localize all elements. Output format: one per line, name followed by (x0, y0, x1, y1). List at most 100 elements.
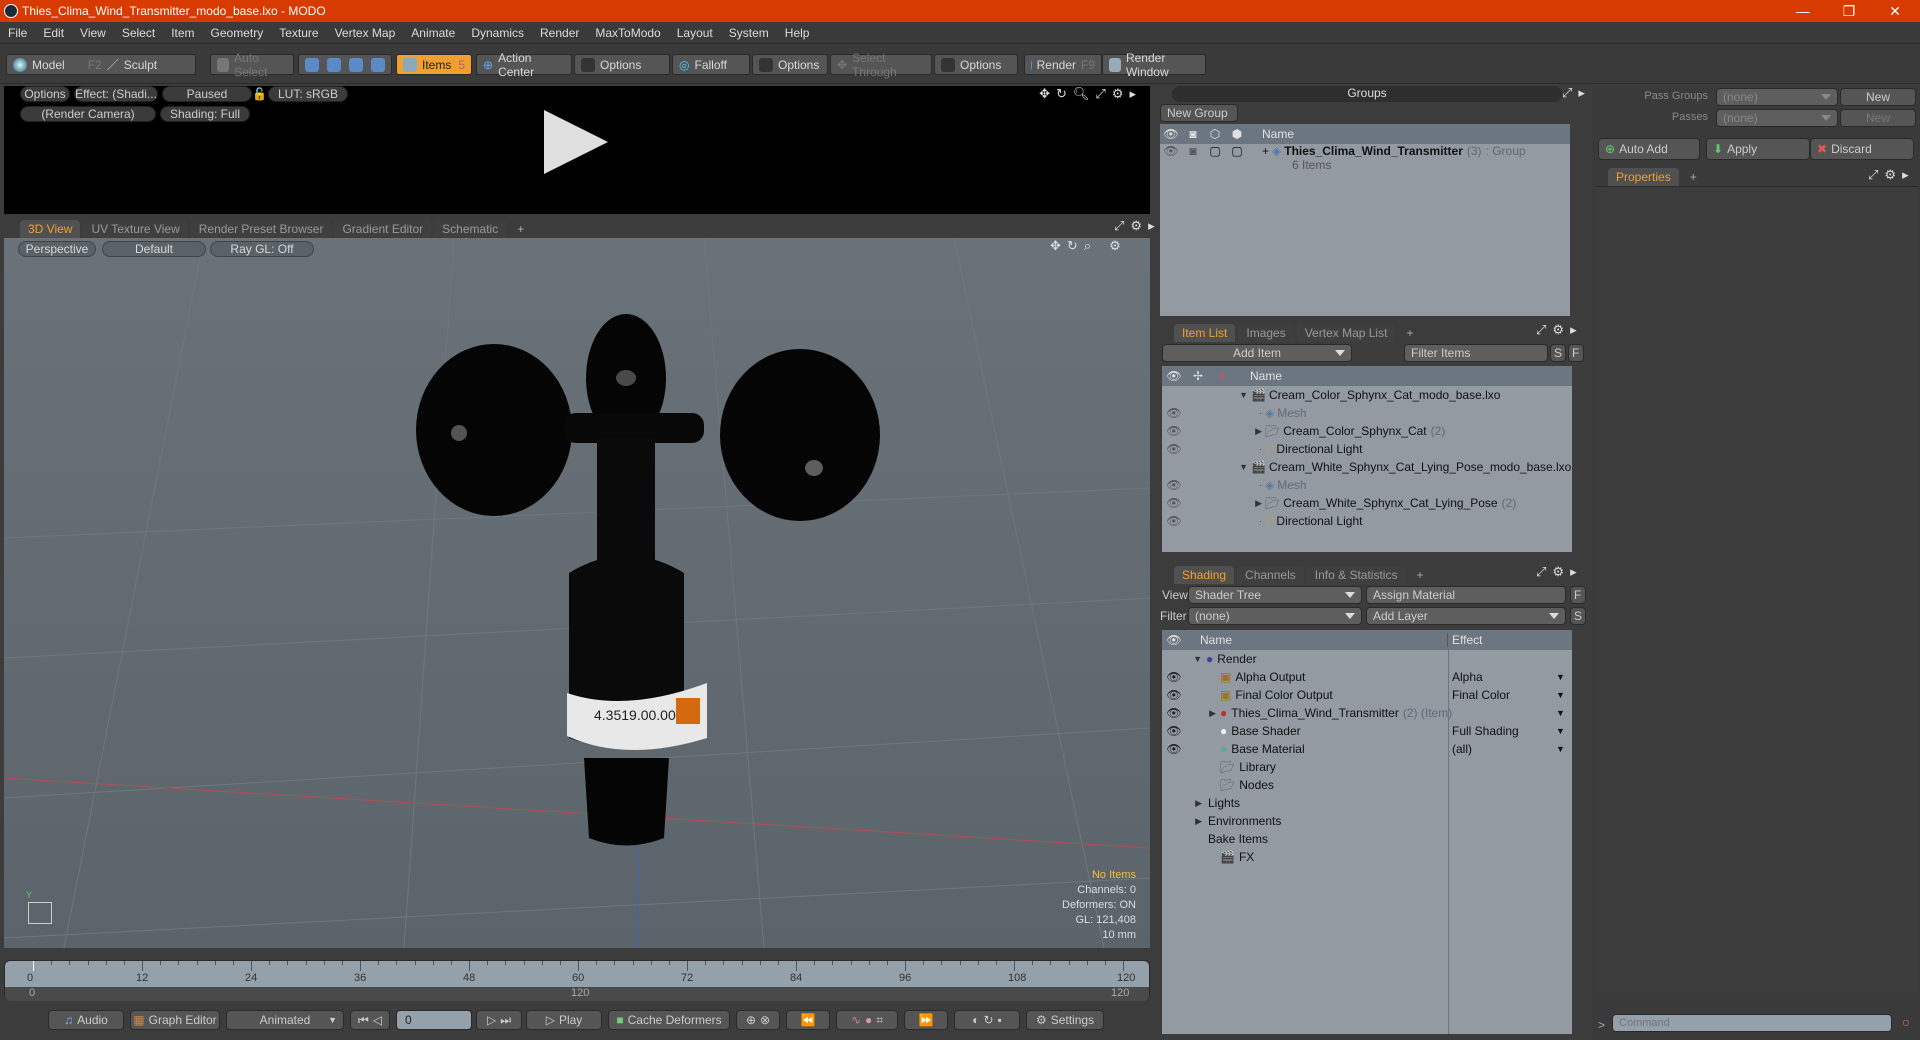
lock-toggle-icon[interactable]: ▢ (1204, 144, 1226, 158)
visibility-toggle-icon[interactable]: 👁︎ (1162, 670, 1186, 684)
gear-icon[interactable]: ⚙ (1109, 238, 1121, 254)
render-camera-button[interactable]: (Render Camera) (20, 106, 156, 122)
menu-maxtomodo[interactable]: MaxToModo (587, 26, 668, 40)
curve-key-icon[interactable]: ∿ (851, 1013, 861, 1027)
arrow-right-icon[interactable]: ▸ (1578, 85, 1585, 101)
lut-button[interactable]: LUT: sRGB (268, 86, 348, 102)
polygons-mode-icon[interactable] (349, 57, 363, 72)
tab-schematic[interactable]: Schematic (434, 220, 507, 238)
auto-select-button[interactable]: Auto Select (210, 51, 294, 79)
group-row[interactable]: 👁︎ ◙ ▢ ▢ + ◈ Thies_Clima_Wind_Transmitte… (1160, 144, 1570, 174)
render-toggle-icon[interactable]: ◙ (1182, 144, 1204, 158)
expand-arrow-icon[interactable]: ▼ (1234, 390, 1248, 400)
add-layer-dropdown[interactable]: Add Layer (1366, 607, 1566, 625)
expand-arrow-icon[interactable]: ▶ (1186, 708, 1216, 719)
item-list-row[interactable]: 👁︎ · 💡︎ Directional Light (1162, 440, 1572, 458)
animated-dropdown[interactable]: Animated ▼ (226, 1010, 344, 1030)
arrow-right-icon[interactable]: ▸ (1902, 167, 1909, 183)
menu-edit[interactable]: Edit (35, 26, 72, 40)
record-group[interactable]: ∿ ● ⌗ (836, 1010, 898, 1030)
edges-mode-icon[interactable] (327, 57, 341, 72)
item-list-row[interactable]: 👁︎ · ◈ Mesh (1162, 404, 1572, 422)
graph-editor-button[interactable]: ▦ Graph Editor (130, 1010, 220, 1030)
menu-layout[interactable]: Layout (669, 26, 721, 40)
filter-f-button[interactable]: F (1568, 344, 1584, 362)
perspective-button[interactable]: Perspective (18, 241, 96, 257)
play-icon[interactable] (544, 110, 608, 174)
menu-item[interactable]: Item (163, 26, 202, 40)
step-forward-icon[interactable]: ▷ (487, 1013, 496, 1027)
gear-icon[interactable]: ⚙ (1552, 322, 1564, 338)
sculpt-button[interactable]: Sculpt (124, 58, 157, 72)
shader-tree-row[interactable]: 🎬 FX (1162, 848, 1572, 866)
tab-item-list[interactable]: Item List (1174, 324, 1236, 342)
shader-tree-row[interactable]: ▶ Environments (1162, 812, 1572, 830)
assign-material-button[interactable]: Assign Material (1366, 586, 1566, 604)
key-tool-3-icon[interactable]: ▪ (998, 1013, 1002, 1027)
visibility-toggle-icon[interactable]: 👁︎ (1162, 406, 1186, 420)
go-to-end-icon[interactable]: ⏭ (500, 1013, 511, 1028)
key-upload-group[interactable]: ⊕ ⊗ (736, 1010, 780, 1030)
maximize-icon[interactable]: ⤢ (1095, 86, 1105, 102)
menu-geometry[interactable]: Geometry (203, 26, 272, 40)
visibility-toggle-icon[interactable]: 👁︎ (1162, 742, 1186, 756)
default-button[interactable]: Default (102, 241, 206, 257)
falloff-button[interactable]: ◎ Falloff (672, 54, 750, 75)
gear-icon[interactable]: ⚙ (1552, 564, 1564, 580)
tab-uv-texture-view[interactable]: UV Texture View (83, 220, 188, 238)
menu-dynamics[interactable]: Dynamics (463, 26, 532, 40)
key-tool-2-icon[interactable]: ↻ (983, 1013, 993, 1027)
shader-tree-row[interactable]: 📂︎ Library (1162, 758, 1572, 776)
download-icon[interactable]: ⊗ (760, 1013, 770, 1027)
gear-icon[interactable]: ⚙ (1884, 167, 1896, 183)
item-list-row[interactable]: ▼ 🎬 Cream_Color_Sphynx_Cat_modo_base.lxo (1162, 386, 1572, 404)
arrow-right-icon[interactable]: ▸ (1570, 564, 1577, 580)
visibility-toggle-icon[interactable]: 👁︎ (1160, 144, 1182, 158)
shader-tree-row[interactable]: Bake Items (1162, 830, 1572, 848)
select-through-button[interactable]: ✥ Select Through (830, 51, 932, 79)
materials-mode-icon[interactable] (371, 57, 385, 72)
key-tool-1-icon[interactable]: ◐ (972, 1013, 979, 1027)
shader-tree-row[interactable]: 📂︎ Nodes (1162, 776, 1572, 794)
shader-tree-row[interactable]: 👁︎ ● Base Material (all) ▼ (1162, 740, 1572, 758)
maximize-icon[interactable]: ⤢ (1868, 167, 1878, 183)
shader-tree-row[interactable]: 👁︎ ▶ ● Thies_Clima_Wind_Transmitter (2) (Ite… (1162, 704, 1572, 722)
menu-texture[interactable]: Texture (271, 26, 326, 40)
item-list-row[interactable]: ▼ 🎬 Cream_White_Sphynx_Cat_Lying_Pose_modo… (1162, 458, 1572, 476)
item-list-row[interactable]: 👁︎ · 💡︎ Directional Light (1162, 512, 1572, 530)
expand-arrow-icon[interactable]: ▼ (1186, 654, 1202, 664)
action-center-options-button[interactable]: Options (574, 54, 670, 75)
effect-dropdown-icon[interactable]: ▼ (1556, 726, 1565, 736)
settings-button[interactable]: ⚙ Settings (1026, 1010, 1104, 1030)
expand-arrow-icon[interactable]: ▼ (1234, 462, 1248, 472)
passes-dropdown[interactable]: (none) (1716, 109, 1838, 127)
item-list-row[interactable]: 👁︎ ▶ 📂︎ Cream_White_Sphynx_Cat_Lying_Pose (2… (1162, 494, 1572, 512)
effect-dropdown-icon[interactable]: ▼ (1556, 672, 1565, 682)
menu-view[interactable]: View (72, 26, 114, 40)
item-list-row[interactable]: 👁︎ ▶ 📂︎ Cream_Color_Sphynx_Cat (2) (1162, 422, 1572, 440)
visibility-toggle-icon[interactable]: 👁︎ (1162, 724, 1186, 738)
maximize-icon[interactable]: ⤢ (1114, 218, 1124, 234)
tab-shading[interactable]: Shading (1174, 566, 1235, 584)
visibility-toggle-icon[interactable]: 👁︎ (1162, 478, 1186, 492)
shader-tree-row[interactable]: ▼ ● Render (1162, 650, 1572, 668)
model-mode-button[interactable]: Model F2 ／ Sculpt (6, 54, 196, 75)
filter-dropdown[interactable]: (none) (1188, 607, 1362, 625)
expand-arrow-icon[interactable]: ▶ (1234, 426, 1262, 437)
prev-key-group[interactable]: ⏪ (786, 1010, 830, 1030)
menu-vertex-map[interactable]: Vertex Map (327, 26, 404, 40)
step-back-icon[interactable]: ◁ (373, 1013, 382, 1027)
shader-tree-row[interactable]: 👁︎ ▣ Final Color Output Final Color ▼ (1162, 686, 1572, 704)
maximize-icon[interactable]: ⤢ (1562, 85, 1572, 101)
zoom-icon[interactable]: 🔍︎ (1073, 86, 1090, 102)
visibility-toggle-icon[interactable]: 👁︎ (1162, 706, 1186, 720)
rotate-icon[interactable]: ↻ (1067, 238, 1078, 254)
maximize-icon[interactable]: ⤢ (1536, 564, 1546, 580)
menu-animate[interactable]: Animate (403, 26, 463, 40)
arrow-right-icon[interactable]: ▸ (1148, 218, 1155, 234)
gear-icon[interactable]: ⚙ (1112, 86, 1124, 102)
visibility-toggle-icon[interactable]: 👁︎ (1162, 442, 1186, 456)
command-input[interactable] (1612, 1014, 1892, 1032)
timeline[interactable]: 0 12 24 36 48 60 72 84 96 108 120 0 120 120 (4, 960, 1150, 1001)
add-item-dropdown[interactable]: Add Item (1162, 344, 1352, 362)
